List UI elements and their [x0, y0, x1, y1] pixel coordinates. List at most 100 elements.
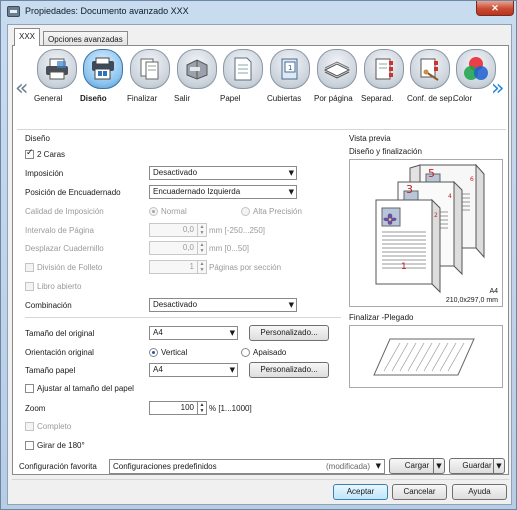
tamano-original-personalizado-button[interactable]: Personalizado... [249, 325, 329, 341]
spin-arrows-icon[interactable]: ▲ ▼ [197, 242, 206, 254]
desplazar-cuadernillo-value: 0,0 [182, 243, 194, 252]
chevron-down-icon[interactable]: ▼ [493, 459, 504, 473]
girar-label: Girar de 180° [37, 441, 85, 450]
tool-label: General [34, 94, 63, 103]
tab-panel: « » General Diseño Finalizar Salir Papel… [12, 45, 509, 475]
desplazar-cuadernillo-label: Desplazar Cuadernillo [25, 244, 104, 253]
tool-finalizar[interactable]: Finalizar [127, 49, 173, 111]
tool-separad[interactable]: Separad. [361, 49, 407, 111]
division-folleto-checkbox[interactable] [25, 263, 34, 272]
calidad-alta-radio[interactable] [241, 207, 250, 216]
load-button[interactable]: Cargar ▼ [389, 458, 445, 474]
load-button-label: Cargar [404, 461, 430, 470]
page-number-4: 4 [448, 193, 452, 200]
tool-conf-sep[interactable]: Conf. de sep. [407, 49, 455, 111]
division-folleto-units: Páginas por sección [209, 263, 282, 272]
division-folleto-spinner[interactable]: 1 ▲ ▼ [149, 260, 207, 274]
combinacion-select[interactable]: Desactivado ▼ [149, 298, 297, 312]
window-title: Propiedades: Documento avanzado XXX [25, 6, 189, 16]
fold-title: Finalizar -Plegado [349, 313, 414, 322]
tool-label: Conf. de sep. [407, 94, 455, 103]
calidad-normal-label: Normal [161, 207, 187, 216]
calidad-alta-label: Alta Precisión [253, 207, 302, 216]
color-icon [464, 57, 488, 80]
imposicion-value: Desactivado [153, 168, 198, 177]
tool-label: Separad. [361, 94, 394, 103]
completo-checkbox[interactable] [25, 422, 34, 431]
scroll-left-icon[interactable]: « [15, 76, 28, 101]
orientacion-apaisado-radio[interactable] [241, 348, 250, 357]
close-button[interactable]: ✕ [476, 1, 514, 16]
calidad-normal-radio[interactable] [149, 207, 158, 216]
tamano-papel-personalizado-button[interactable]: Personalizado... [249, 362, 329, 378]
fold-preview-image [373, 338, 475, 376]
toolbar-separator [17, 129, 506, 130]
printer-icon [7, 6, 20, 17]
calidad-imposicion-label: Calidad de Imposición [25, 207, 104, 216]
tool-cubiertas[interactable]: 1 Cubiertas [267, 49, 313, 111]
libro-abierto-checkbox[interactable] [25, 282, 34, 291]
tool-por-pagina[interactable]: Por página [314, 49, 360, 111]
tool-label: Finalizar [127, 94, 158, 103]
chevron-down-icon[interactable]: ▼ [433, 459, 444, 473]
layout-icon [92, 57, 114, 80]
orientacion-apaisado-label: Apaisado [253, 348, 287, 357]
ajustar-checkbox[interactable] [25, 384, 34, 393]
chevron-down-icon: ▼ [375, 462, 381, 470]
paper-stack-icon [323, 61, 351, 79]
tool-papel[interactable]: Papel [220, 49, 266, 111]
orientacion-vertical-radio[interactable] [149, 348, 158, 357]
tamano-original-select[interactable]: A4 ▼ [149, 326, 238, 340]
page-number-5: 5 [428, 167, 435, 180]
tool-label: Diseño [80, 94, 107, 103]
posicion-encuadernado-select[interactable]: Encuadernado Izquierda ▼ [149, 185, 297, 199]
paper-size-dimensions: 210,0x297,0 mm [445, 297, 498, 304]
paper-icon [234, 57, 252, 81]
desplazar-cuadernillo-units: mm [0...50] [209, 244, 250, 253]
finishing-icon [140, 58, 159, 80]
ok-button[interactable]: Aceptar [333, 484, 388, 500]
cover-icon: 1 [281, 58, 298, 80]
tool-salir[interactable]: Salir [174, 49, 220, 111]
imposicion-select[interactable]: Desactivado ▼ [149, 166, 297, 180]
tool-color[interactable]: Color [453, 49, 499, 111]
ajustar-label: Ajustar al tamaño del papel [37, 384, 134, 393]
tamano-papel-select[interactable]: A4 ▼ [149, 363, 238, 377]
footer-separator [12, 479, 509, 480]
zoom-value: 100 [180, 403, 194, 412]
tab-xxx[interactable]: XXX [14, 28, 41, 46]
save-button-label: Guardar [462, 461, 492, 470]
intervalo-pagina-spinner[interactable]: 0,0 ▲ ▼ [149, 223, 207, 237]
girar-checkbox[interactable] [25, 441, 34, 450]
favorites-value: Configuraciones predefinidos [113, 462, 217, 471]
dos-caras-label: 2 Caras [37, 150, 66, 159]
cancel-button[interactable]: Cancelar [392, 484, 447, 500]
layout-preview: 5 6 3 4 2 1 A4 210,0x297,0 mm [349, 159, 503, 307]
chevron-down-icon: ▼ [288, 169, 294, 177]
intervalo-pagina-label: Intervalo de Página [25, 226, 94, 235]
zoom-units: % [1...1000] [209, 404, 252, 413]
save-button[interactable]: Guardar ▼ [449, 458, 505, 474]
help-button[interactable]: Ayuda [452, 484, 507, 500]
favorites-select[interactable]: Configuraciones predefinidos (modificada… [109, 459, 385, 474]
dos-caras-checkbox[interactable] [25, 148, 34, 159]
spin-arrows-icon[interactable]: ▲ ▼ [197, 224, 206, 236]
desplazar-cuadernillo-spinner[interactable]: 0,0 ▲ ▼ [149, 241, 207, 255]
tamano-papel-label: Tamaño papel [25, 366, 76, 375]
tool-general[interactable]: General [34, 49, 80, 111]
libro-abierto-label: Libro abierto [37, 282, 82, 291]
output-tray-icon [186, 59, 208, 80]
chevron-down-icon: ▼ [229, 329, 235, 337]
spin-arrows-icon[interactable]: ▲ ▼ [197, 402, 206, 414]
tool-label: Por página [314, 94, 353, 103]
tool-label: Cubiertas [267, 94, 302, 103]
section-title-diseno: Diseño [25, 134, 50, 143]
zoom-spinner[interactable]: 100 ▲ ▼ [149, 401, 207, 415]
properties-window: Propiedades: Documento avanzado XXX ✕ XX… [0, 0, 517, 510]
page-number-6: 6 [470, 176, 474, 183]
spin-arrows-icon[interactable]: ▲ ▼ [197, 261, 206, 273]
separator-icon [375, 58, 393, 80]
svg-text:1: 1 [288, 64, 292, 72]
preview-title: Vista previa [349, 134, 391, 143]
tool-diseno[interactable]: Diseño [80, 49, 126, 111]
